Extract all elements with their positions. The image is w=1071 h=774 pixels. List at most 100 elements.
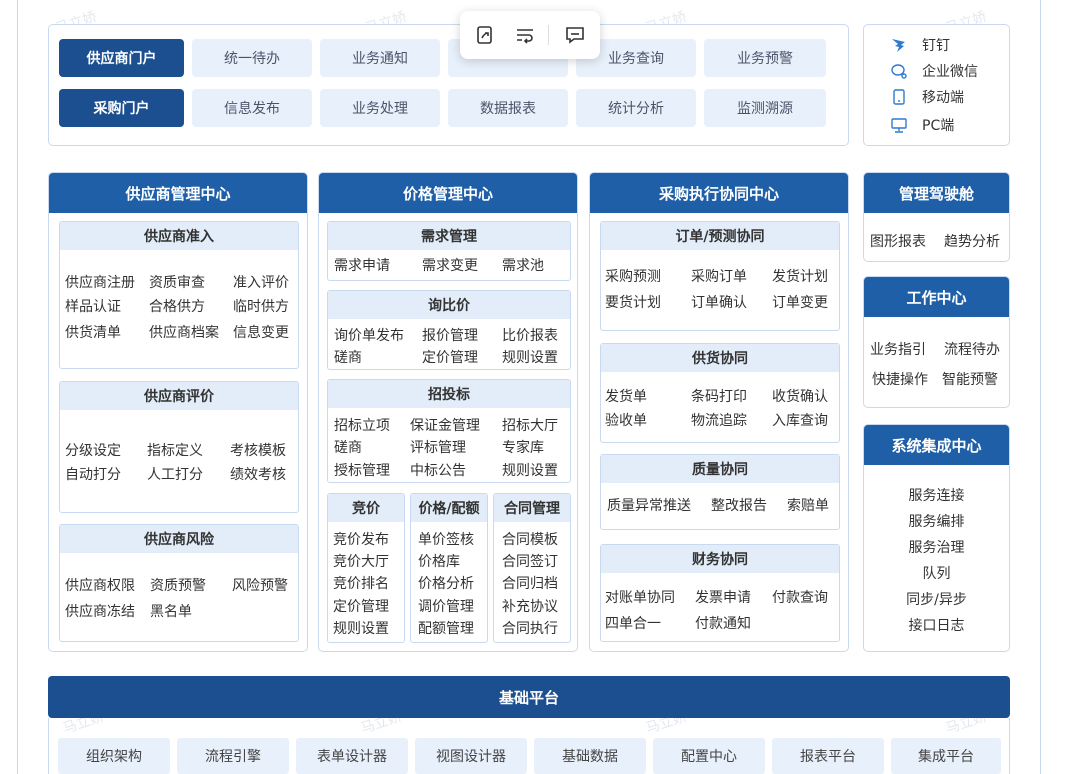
wrap-text-icon[interactable] <box>514 24 536 46</box>
menu-item[interactable]: 流程待办 <box>944 339 1000 359</box>
nav-business-process[interactable]: 业务处理 <box>320 89 440 127</box>
menu-item[interactable]: 四单合一 <box>605 613 661 633</box>
menu-item[interactable]: 绩效考核 <box>230 464 286 484</box>
menu-item[interactable]: 合同归档 <box>502 573 558 593</box>
nav-statistics[interactable]: 统计分析 <box>576 89 696 127</box>
menu-item[interactable]: 服务编排 <box>864 509 1009 535</box>
menu-item[interactable]: 物流追踪 <box>691 410 747 430</box>
menu-item[interactable]: 需求池 <box>502 255 544 275</box>
menu-item[interactable]: 规则设置 <box>502 460 558 480</box>
menu-item[interactable]: 入库查询 <box>772 410 828 430</box>
menu-item[interactable]: 考核模板 <box>230 440 286 460</box>
base-item-org[interactable]: 组织架构 <box>58 738 170 774</box>
menu-item[interactable]: 黑名单 <box>150 601 192 621</box>
menu-item[interactable]: 付款查询 <box>772 587 828 607</box>
menu-item[interactable]: 磋商 <box>334 347 362 367</box>
menu-item[interactable]: 补充协议 <box>502 596 558 616</box>
menu-item[interactable]: 条码打印 <box>691 386 747 406</box>
channel-mobile[interactable]: 移动端 <box>890 87 964 107</box>
menu-item[interactable]: 风险预警 <box>232 575 288 595</box>
nav-procurement-portal[interactable]: 采购门户 <box>59 89 184 127</box>
menu-item[interactable]: 竞价发布 <box>333 529 389 549</box>
menu-item[interactable]: 比价报表 <box>502 325 558 345</box>
menu-item[interactable]: 准入评价 <box>233 272 289 292</box>
menu-item[interactable]: 采购订单 <box>691 266 747 286</box>
nav-business-alert[interactable]: 业务预警 <box>704 39 826 77</box>
menu-item[interactable]: 保证金管理 <box>410 415 480 435</box>
menu-item[interactable]: 临时供方 <box>233 296 289 316</box>
channel-dingtalk[interactable]: 钉钉 <box>890 35 950 55</box>
menu-item[interactable]: 业务指引 <box>870 339 926 359</box>
menu-item[interactable]: 信息变更 <box>233 322 289 342</box>
menu-item[interactable]: 服务连接 <box>864 483 1009 509</box>
nav-supplier-portal[interactable]: 供应商门户 <box>59 39 184 77</box>
menu-item[interactable]: 同步/异步 <box>864 587 1009 613</box>
nav-info-publish[interactable]: 信息发布 <box>192 89 312 127</box>
nav-business-notice[interactable]: 业务通知 <box>320 39 440 77</box>
menu-item[interactable]: 指标定义 <box>147 440 203 460</box>
menu-item[interactable]: 单价签核 <box>418 529 474 549</box>
menu-item[interactable]: 付款通知 <box>695 613 751 633</box>
menu-item[interactable]: 评标管理 <box>410 437 466 457</box>
menu-item[interactable]: 趋势分析 <box>944 231 1000 251</box>
menu-item[interactable]: 需求变更 <box>422 255 478 275</box>
menu-item[interactable]: 接口日志 <box>864 613 1009 639</box>
menu-item[interactable]: 价格库 <box>418 551 460 571</box>
menu-item[interactable]: 竞价大厅 <box>333 551 389 571</box>
menu-item[interactable]: 验收单 <box>605 410 647 430</box>
base-item-integration[interactable]: 集成平台 <box>891 738 1001 774</box>
menu-item[interactable]: 报价管理 <box>422 325 478 345</box>
menu-item[interactable]: 调价管理 <box>418 596 474 616</box>
menu-item[interactable]: 资质预警 <box>150 575 206 595</box>
base-item-config[interactable]: 配置中心 <box>653 738 765 774</box>
menu-item[interactable]: 样品认证 <box>65 296 121 316</box>
menu-item[interactable]: 供应商权限 <box>65 575 135 595</box>
base-item-view-designer[interactable]: 视图设计器 <box>415 738 527 774</box>
menu-item[interactable]: 队列 <box>864 561 1009 587</box>
menu-item[interactable]: 规则设置 <box>502 347 558 367</box>
menu-item[interactable]: 要货计划 <box>605 292 661 312</box>
menu-item[interactable]: 索赔单 <box>787 495 829 515</box>
menu-item[interactable]: 服务治理 <box>864 535 1009 561</box>
menu-item[interactable]: 采购预测 <box>605 266 661 286</box>
base-item-base-data[interactable]: 基础数据 <box>534 738 646 774</box>
menu-item[interactable]: 发货计划 <box>772 266 828 286</box>
nav-data-report[interactable]: 数据报表 <box>448 89 568 127</box>
menu-item[interactable]: 自动打分 <box>65 464 121 484</box>
menu-item[interactable]: 配额管理 <box>418 618 474 638</box>
channel-pc[interactable]: PC端 <box>890 115 954 135</box>
menu-item[interactable]: 价格分析 <box>418 573 474 593</box>
menu-item[interactable]: 分级设定 <box>65 440 121 460</box>
menu-item[interactable]: 订单变更 <box>772 292 828 312</box>
menu-item[interactable]: 智能预警 <box>942 369 998 389</box>
menu-item[interactable]: 快捷操作 <box>872 369 928 389</box>
menu-item[interactable]: 规则设置 <box>333 618 389 638</box>
channel-wecom[interactable]: 企业微信 <box>890 61 978 81</box>
menu-item[interactable]: 专家库 <box>502 437 544 457</box>
menu-item[interactable]: 供应商冻结 <box>65 601 135 621</box>
nav-unified-todo[interactable]: 统一待办 <box>192 39 312 77</box>
menu-item[interactable]: 合格供方 <box>149 296 205 316</box>
menu-item[interactable]: 图形报表 <box>870 231 926 251</box>
base-item-form-designer[interactable]: 表单设计器 <box>296 738 408 774</box>
menu-item[interactable]: 合同模板 <box>502 529 558 549</box>
menu-item[interactable]: 授标管理 <box>334 460 390 480</box>
menu-item[interactable]: 供应商注册 <box>65 272 135 292</box>
menu-item[interactable]: 供货清单 <box>65 322 121 342</box>
menu-item[interactable]: 质量异常推送 <box>607 495 691 515</box>
menu-item[interactable]: 中标公告 <box>410 460 466 480</box>
menu-item[interactable]: 对账单协同 <box>605 587 675 607</box>
nav-traceability[interactable]: 监测溯源 <box>704 89 826 127</box>
menu-item[interactable]: 需求申请 <box>334 255 390 275</box>
base-item-workflow[interactable]: 流程引擎 <box>177 738 289 774</box>
menu-item[interactable]: 发票申请 <box>695 587 751 607</box>
base-item-report[interactable]: 报表平台 <box>772 738 884 774</box>
menu-item[interactable]: 合同执行 <box>502 618 558 638</box>
menu-item[interactable]: 收货确认 <box>772 386 828 406</box>
menu-item[interactable]: 定价管理 <box>422 347 478 367</box>
menu-item[interactable]: 供应商档案 <box>149 322 219 342</box>
menu-item[interactable]: 资质审查 <box>149 272 205 292</box>
menu-item[interactable]: 磋商 <box>334 437 362 457</box>
menu-item[interactable]: 人工打分 <box>147 464 203 484</box>
menu-item[interactable]: 发货单 <box>605 386 647 406</box>
